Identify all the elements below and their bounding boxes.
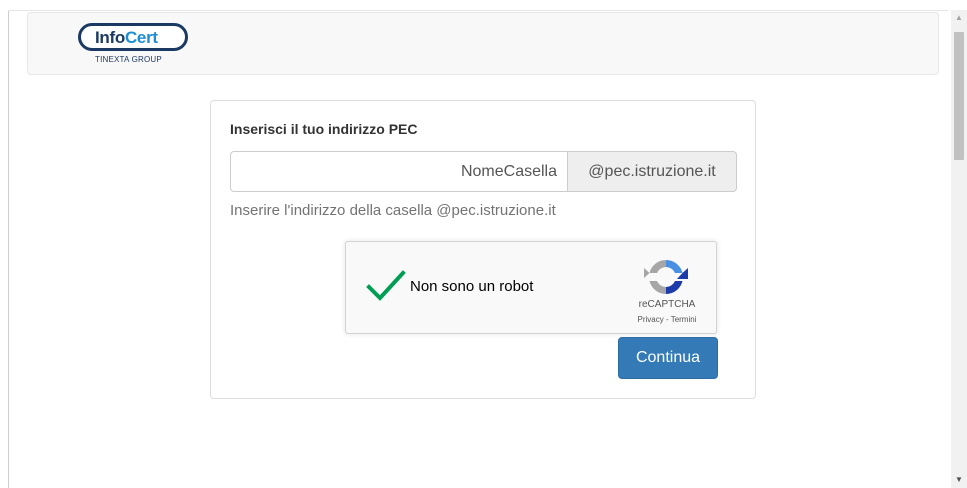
scrollbar-thumb[interactable]: [954, 32, 964, 160]
pec-help-text: Inserire l'indirizzo della casella @pec.…: [230, 202, 556, 219]
continue-button[interactable]: Continua: [618, 337, 718, 379]
check-icon[interactable]: [366, 270, 406, 302]
page-top-border: [8, 10, 948, 11]
scroll-up-arrow-icon[interactable]: ▲: [951, 10, 967, 26]
page: InfoCert TINEXTA GROUP Inserisci il tuo …: [0, 0, 967, 488]
pec-form-title: Inserisci il tuo indirizzo PEC: [230, 121, 418, 137]
pec-domain-addon: @pec.istruzione.it: [567, 151, 737, 192]
page-left-border: [8, 10, 9, 488]
scroll-down-arrow-icon[interactable]: ▼: [951, 472, 967, 488]
logo-info-text: Info: [95, 28, 125, 47]
pec-mailbox-input[interactable]: [230, 151, 568, 192]
recaptcha-brand-text: reCAPTCHA: [638, 299, 696, 310]
recaptcha-logo-icon: [644, 255, 688, 299]
recaptcha-label: Non sono un robot: [410, 278, 534, 295]
infocert-logo[interactable]: InfoCert TINEXTA GROUP: [78, 23, 190, 71]
logo-subtitle: TINEXTA GROUP: [95, 55, 162, 64]
recaptcha-widget[interactable]: Non sono un robot reCAPTCHA Privacy - Te…: [345, 241, 717, 334]
recaptcha-privacy-terms-links[interactable]: Privacy - Termini: [622, 315, 712, 324]
logo-pill-frame: InfoCert: [78, 23, 188, 51]
vertical-scrollbar[interactable]: ▲ ▼: [951, 10, 967, 488]
logo-wordmark: InfoCert: [95, 28, 158, 48]
pec-input-group: @pec.istruzione.it: [230, 151, 737, 192]
logo-cert-text: Cert: [124, 28, 158, 47]
